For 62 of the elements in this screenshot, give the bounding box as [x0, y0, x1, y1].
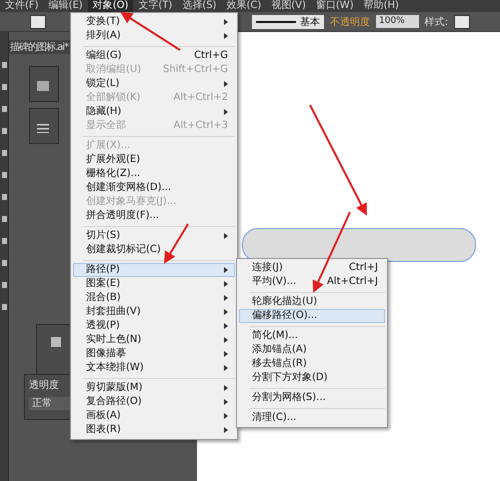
- menu-item[interactable]: 添加锚点(A): [239, 343, 385, 357]
- menu-item[interactable]: 简化(M)...: [239, 329, 385, 343]
- annotation-arrow: [120, 12, 181, 51]
- menu-item[interactable]: 移去锚点(R): [239, 357, 385, 371]
- menu-item[interactable]: 剪切蒙版(M): [73, 381, 235, 395]
- menu-item[interactable]: 切片(S): [73, 229, 235, 243]
- menu-item[interactable]: 创建裁切标记(C): [73, 243, 235, 257]
- tool-icon[interactable]: [2, 304, 6, 310]
- menu-bar-item[interactable]: 帮助(H): [358, 0, 404, 12]
- menu-item[interactable]: 偏移路径(O)...: [239, 309, 385, 323]
- menu-bar-item[interactable]: 编辑(E): [44, 0, 88, 12]
- menu-bar-item[interactable]: 选择(S): [177, 0, 222, 12]
- annotation-arrow: [164, 223, 189, 264]
- tool-icon[interactable]: [2, 106, 6, 112]
- menu-item[interactable]: 路径(P): [73, 263, 235, 277]
- opacity-field[interactable]: 100%: [376, 15, 419, 28]
- menu-item[interactable]: 实时上色(N): [73, 333, 235, 347]
- menu-item[interactable]: 创建渐变网格(D)...: [73, 181, 235, 195]
- menu-item[interactable]: 图案(E): [73, 277, 235, 291]
- menu-item[interactable]: 栅格化(Z)...: [73, 167, 235, 181]
- menu-item[interactable]: 变换(T): [73, 15, 235, 29]
- tool-icon[interactable]: [2, 84, 6, 90]
- menu-item[interactable]: 轮廓化描边(U): [239, 295, 385, 309]
- menu-item[interactable]: 平均(V)... Alt+Ctrl+J: [239, 275, 385, 289]
- menu-bar-item[interactable]: 效果(C): [221, 0, 266, 12]
- menu-item[interactable]: 连接(J) Ctrl+J: [239, 261, 385, 275]
- tool-icon[interactable]: [2, 62, 6, 68]
- tool-icon[interactable]: [2, 150, 6, 156]
- tool-icon[interactable]: [2, 282, 6, 288]
- menu-item[interactable]: 图像描摹: [73, 347, 235, 361]
- tool-icon[interactable]: [2, 238, 6, 244]
- menu-item[interactable]: 隐藏(H): [73, 105, 235, 119]
- opacity-label[interactable]: 不透明度: [330, 14, 370, 28]
- style-swatch[interactable]: [454, 14, 470, 28]
- menu-item[interactable]: 混合(B): [73, 291, 235, 305]
- menu-bar-item[interactable]: 对象(O): [88, 0, 134, 12]
- stroke-line-icon: [256, 20, 296, 22]
- menu-item[interactable]: 锁定(L): [73, 77, 235, 91]
- menu-item[interactable]: 文本绕排(W): [73, 361, 235, 375]
- menu-item[interactable]: 拼合透明度(F)...: [73, 209, 235, 223]
- menu-item[interactable]: 扩展外观(E): [73, 153, 235, 167]
- menu-item[interactable]: 清理(C)...: [239, 411, 385, 425]
- menu-item[interactable]: 封套扭曲(V): [73, 305, 235, 319]
- tool-icon[interactable]: [2, 260, 6, 266]
- menu-item[interactable]: 复合路径(O): [73, 395, 235, 409]
- menu-item[interactable]: 排列(A): [73, 29, 235, 43]
- fill-swatch[interactable]: [30, 14, 46, 28]
- tool-icon[interactable]: [2, 216, 6, 222]
- menu-item[interactable]: 编组(G) Ctrl+G: [73, 49, 235, 63]
- lines-icon[interactable]: [37, 123, 49, 133]
- menu-item[interactable]: 画板(A): [73, 409, 235, 423]
- tool-icon[interactable]: [2, 128, 6, 134]
- menu-item[interactable]: 图表(R): [73, 423, 235, 437]
- stroke-style-field[interactable]: 基本: [252, 14, 324, 28]
- menu-item[interactable]: 分割为网格(S)...: [239, 391, 385, 405]
- menu-item[interactable]: 分割下方对象(D): [239, 371, 385, 385]
- menu-bar-item[interactable]: 视图(V): [266, 0, 311, 12]
- tool-icon[interactable]: [2, 172, 6, 178]
- tool-icon[interactable]: [2, 194, 6, 200]
- blend-mode-field[interactable]: 正常: [29, 397, 73, 410]
- style-label: 样式:: [424, 16, 448, 28]
- menu-item[interactable]: 透视(P): [73, 319, 235, 333]
